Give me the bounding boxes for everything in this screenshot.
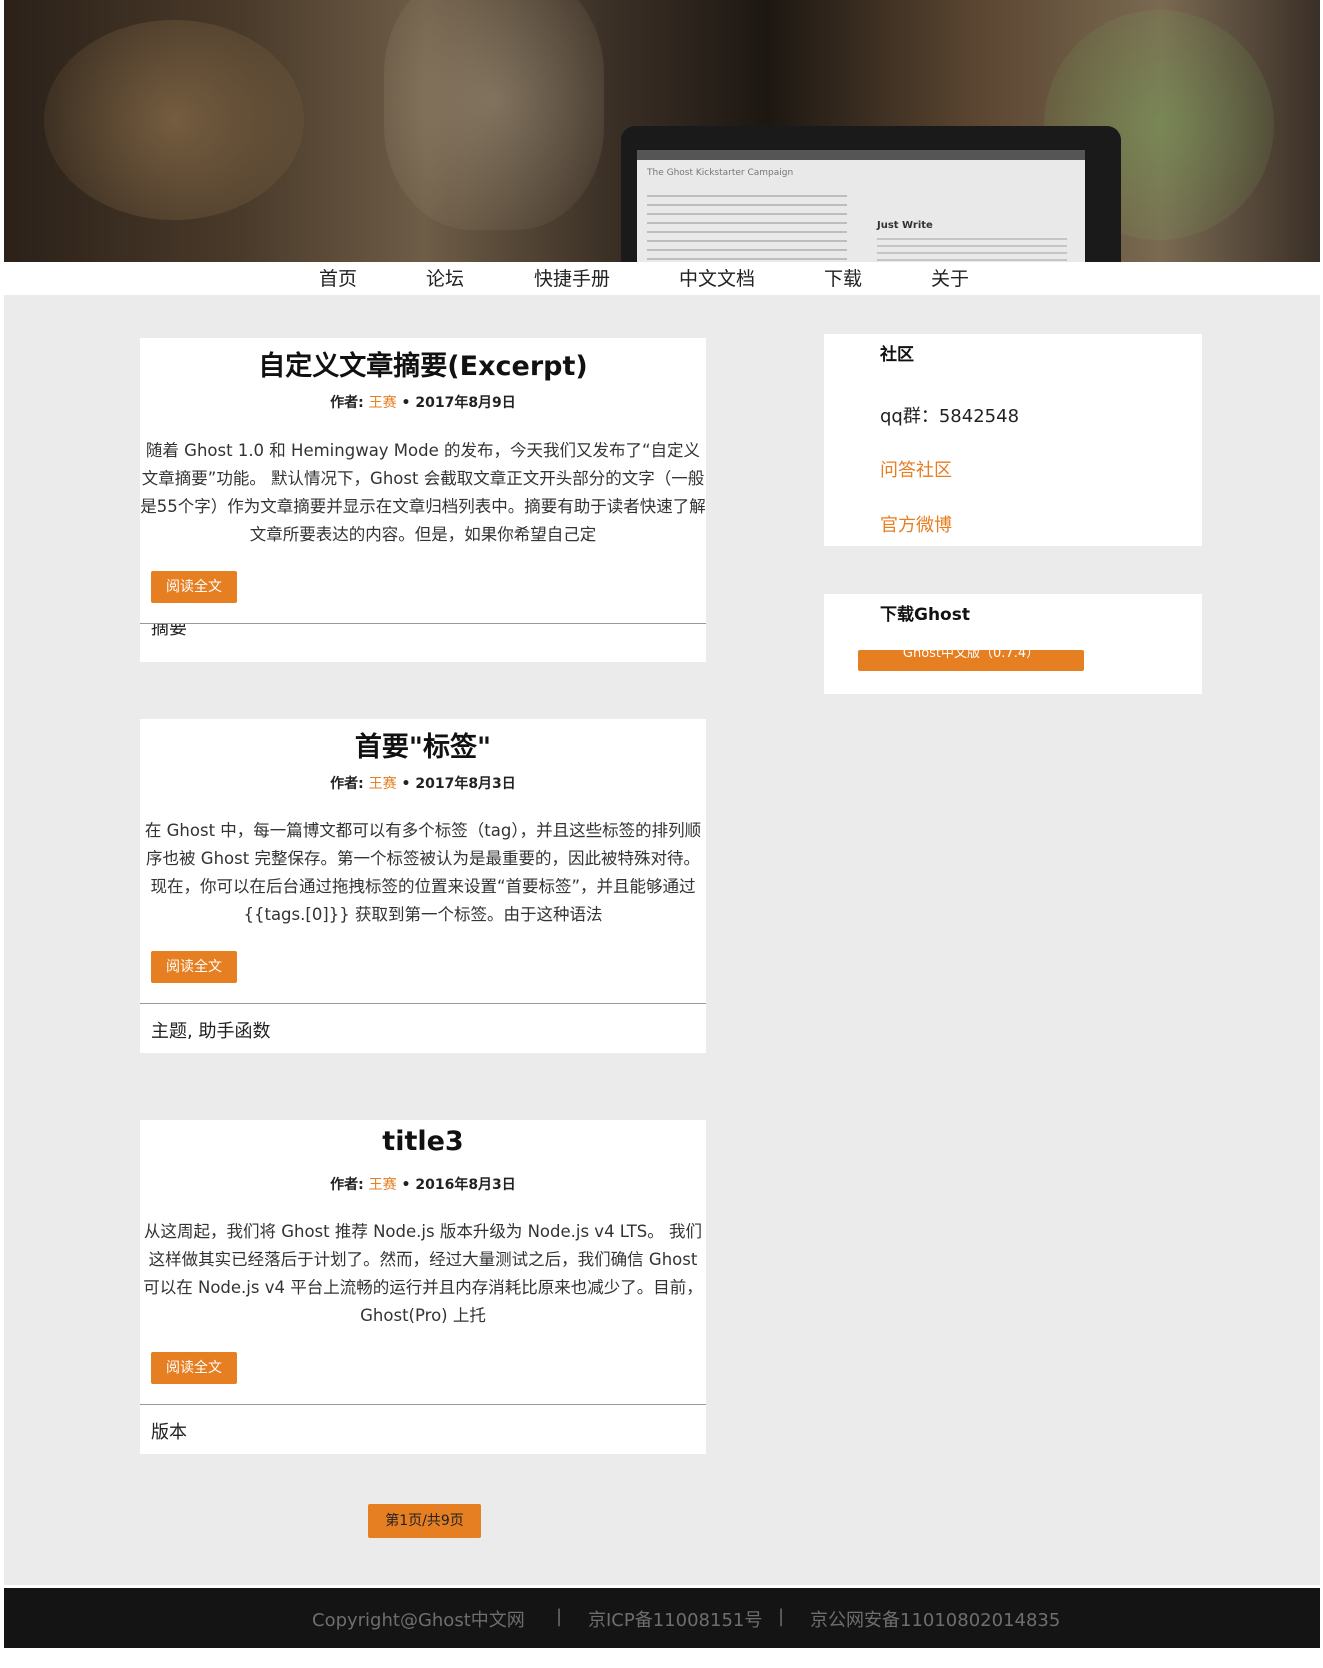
download-heading: 下载Ghost	[880, 605, 970, 625]
pagination-indicator: 第1页/共9页	[368, 1504, 481, 1538]
qa-community-link[interactable]: 问答社区	[880, 456, 952, 482]
nav-item-home[interactable]: 首页	[319, 264, 357, 291]
footer: Copyright@Ghost中文网 | 京ICP备11008151号 | 京公…	[4, 1588, 1320, 1648]
nav-item-about[interactable]: 关于	[931, 264, 969, 291]
hero-screen-bar	[637, 150, 1085, 160]
post-tags: 摘要	[151, 624, 187, 640]
read-more-button[interactable]: 阅读全文	[151, 1352, 237, 1384]
tag-link[interactable]: 摘要	[151, 624, 187, 639]
hero-screen-text-lines	[647, 195, 847, 265]
read-more-button[interactable]: 阅读全文	[151, 951, 237, 983]
sidebar-download-widget: 下载Ghost Ghost中文版（0.7.4）	[824, 594, 1202, 694]
post-divider	[140, 1003, 706, 1004]
post-tags[interactable]: 主题, 助手函数	[151, 1017, 270, 1043]
content-area: 自定义文章摘要(Excerpt) 作者: 王赛 • 2017年8月9日 随着 G…	[4, 295, 1320, 1585]
post-card: title3 作者: 王赛 • 2016年8月3日 从这周起，我们将 Ghost…	[140, 1120, 706, 1454]
post-excerpt: 从这周起，我们将 Ghost 推荐 Node.js 版本升级为 Node.js …	[143, 1222, 703, 1325]
post-excerpt: 随着 Ghost 1.0 和 Hemingway Mode 的发布，今天我们又发…	[140, 441, 706, 544]
page: The Ghost Kickstarter Campaign Just Writ…	[4, 0, 1320, 1668]
hero-screen-title: The Ghost Kickstarter Campaign	[647, 168, 794, 178]
post-date: • 2016年8月3日	[401, 1177, 516, 1193]
download-ghost-button[interactable]: Ghost中文版（0.7.4）	[858, 650, 1084, 671]
hero-image: The Ghost Kickstarter Campaign Just Writ…	[4, 0, 1320, 278]
author-link[interactable]: 王赛	[369, 1177, 397, 1193]
post-divider	[140, 623, 706, 624]
nav-item-quick-manual[interactable]: 快捷手册	[534, 264, 610, 291]
post-date: • 2017年8月9日	[401, 395, 516, 411]
footer-separator: |	[778, 1606, 785, 1627]
footer-police-record[interactable]: 京公网安备11010802014835	[810, 1606, 1060, 1632]
post-divider	[140, 1404, 706, 1405]
post-title[interactable]: 首要"标签"	[140, 725, 706, 764]
hero-laptop-screen: The Ghost Kickstarter Campaign Just Writ…	[637, 150, 1085, 278]
post-title[interactable]: 自定义文章摘要(Excerpt)	[140, 344, 706, 383]
nav-item-download[interactable]: 下载	[824, 264, 862, 291]
qq-group-text: qq群：5842548	[880, 406, 1020, 427]
post-meta: 作者: 王赛 • 2017年8月3日	[140, 773, 706, 793]
post-card: 首要"标签" 作者: 王赛 • 2017年8月3日 在 Ghost 中，每一篇博…	[140, 719, 706, 1053]
nav-item-docs[interactable]: 中文文档	[679, 264, 755, 291]
download-button-label: Ghost中文版（0.7.4）	[902, 650, 1040, 661]
post-date: • 2017年8月3日	[401, 776, 516, 792]
footer-copyright: Copyright@Ghost中文网	[312, 1610, 525, 1631]
post-meta: 作者: 王赛 • 2017年8月9日	[140, 392, 706, 412]
read-more-button[interactable]: 阅读全文	[151, 571, 237, 603]
author-link[interactable]: 王赛	[369, 776, 397, 792]
post-title[interactable]: title3	[140, 1126, 706, 1157]
community-heading: 社区	[880, 345, 914, 365]
sidebar-community-widget: 社区 qq群：5842548 问答社区 官方微博	[824, 334, 1202, 546]
post-meta: 作者: 王赛 • 2016年8月3日	[140, 1174, 706, 1194]
post-excerpt: 在 Ghost 中，每一篇博文都可以有多个标签（tag），并且这些标签的排列顺序…	[144, 821, 702, 924]
author-label: 作者:	[330, 395, 364, 411]
post-tags[interactable]: 版本	[151, 1418, 187, 1444]
footer-separator: |	[556, 1606, 563, 1627]
post-card: 自定义文章摘要(Excerpt) 作者: 王赛 • 2017年8月9日 随着 G…	[140, 338, 706, 662]
author-label: 作者:	[330, 776, 364, 792]
hero-bokeh-center	[384, 0, 604, 230]
official-weibo-link[interactable]: 官方微博	[880, 511, 952, 537]
hero-laptop: The Ghost Kickstarter Campaign Just Writ…	[621, 126, 1121, 278]
nav-item-forum[interactable]: 论坛	[426, 264, 464, 291]
author-link[interactable]: 王赛	[369, 395, 397, 411]
footer-icp[interactable]: 京ICP备11008151号	[588, 1606, 762, 1632]
hero-bokeh-left	[44, 20, 304, 220]
author-label: 作者:	[330, 1177, 364, 1193]
hero-screen-heading: Just Write	[877, 220, 933, 231]
main-nav: 首页 论坛 快捷手册 中文文档 下载 关于	[4, 262, 1320, 292]
